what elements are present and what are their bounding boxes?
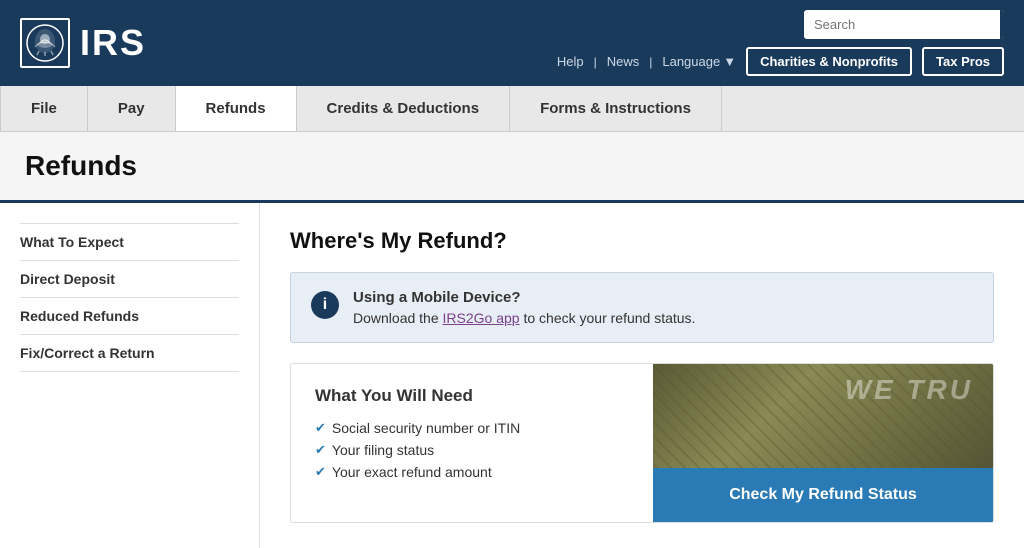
info-text-after-link: to check your refund status.: [520, 310, 696, 326]
separator-1: |: [594, 55, 597, 69]
info-box-text: Using a Mobile Device? Download the IRS2…: [353, 289, 695, 326]
what-you-will-need-title: What You Will Need: [315, 386, 629, 406]
help-link[interactable]: Help: [557, 54, 584, 69]
info-box: i Using a Mobile Device? Download the IR…: [290, 272, 994, 343]
check-list: Social security number or ITIN Your fili…: [315, 420, 629, 480]
info-box-title: Using a Mobile Device?: [353, 289, 695, 306]
refund-card-left: What You Will Need Social security numbe…: [291, 364, 653, 522]
info-icon: i: [311, 291, 339, 319]
check-list-item: Your filing status: [315, 442, 629, 458]
money-text-overlay: WE TRU: [845, 374, 973, 406]
sidebar-item-what-to-expect[interactable]: What To Expect: [20, 223, 239, 261]
refund-card-right: WE TRU Check My Refund Status: [653, 364, 993, 522]
check-list-item: Social security number or ITIN: [315, 420, 629, 436]
nav-credits-deductions[interactable]: Credits & Deductions: [297, 86, 511, 131]
charities-button[interactable]: Charities & Nonprofits: [746, 47, 912, 76]
wheres-my-refund-heading: Where's My Refund?: [290, 228, 994, 254]
sidebar-item-direct-deposit[interactable]: Direct Deposit: [20, 261, 239, 298]
language-selector[interactable]: Language ▼: [662, 54, 736, 69]
header-right: 🔍 Help | News | Language ▼ Charities & N…: [557, 10, 1004, 76]
check-refund-status-button[interactable]: Check My Refund Status: [653, 468, 993, 522]
sidebar-item-fix-correct[interactable]: Fix/Correct a Return: [20, 335, 239, 372]
header-top: IRS 🔍 Help | News | Language ▼ Charities…: [0, 0, 1024, 86]
irs-logo-icon: [20, 18, 70, 68]
chevron-down-icon: ▼: [723, 54, 736, 69]
tax-pros-button[interactable]: Tax Pros: [922, 47, 1004, 76]
nav-file[interactable]: File: [0, 86, 88, 131]
info-text-before-link: Download the: [353, 310, 443, 326]
sidebar-item-reduced-refunds[interactable]: Reduced Refunds: [20, 298, 239, 335]
sidebar: What To Expect Direct Deposit Reduced Re…: [0, 203, 260, 548]
search-bar: 🔍: [804, 10, 1004, 39]
search-button[interactable]: 🔍: [1000, 10, 1004, 39]
main-nav: File Pay Refunds Credits & Deductions Fo…: [0, 86, 1024, 132]
page-title: Refunds: [25, 150, 999, 182]
logo-area: IRS: [20, 18, 146, 68]
site-header: IRS 🔍 Help | News | Language ▼ Charities…: [0, 0, 1024, 132]
irs2go-link[interactable]: IRS2Go app: [443, 310, 520, 326]
refund-card: What You Will Need Social security numbe…: [290, 363, 994, 523]
nav-refunds[interactable]: Refunds: [176, 86, 297, 131]
language-label: Language: [662, 54, 720, 69]
main-content: Where's My Refund? i Using a Mobile Devi…: [260, 203, 1024, 548]
irs-logo-text: IRS: [80, 22, 146, 64]
search-input[interactable]: [804, 11, 1000, 38]
separator-2: |: [649, 55, 652, 69]
header-links: Help | News | Language ▼ Charities & Non…: [557, 47, 1004, 76]
news-link[interactable]: News: [607, 54, 640, 69]
content-area: What To Expect Direct Deposit Reduced Re…: [0, 203, 1024, 548]
check-list-item: Your exact refund amount: [315, 464, 629, 480]
nav-pay[interactable]: Pay: [88, 86, 176, 131]
irs-eagle-svg: [25, 23, 65, 63]
page-title-bar: Refunds: [0, 132, 1024, 203]
nav-forms-instructions[interactable]: Forms & Instructions: [510, 86, 722, 131]
info-box-body: Download the IRS2Go app to check your re…: [353, 310, 695, 326]
